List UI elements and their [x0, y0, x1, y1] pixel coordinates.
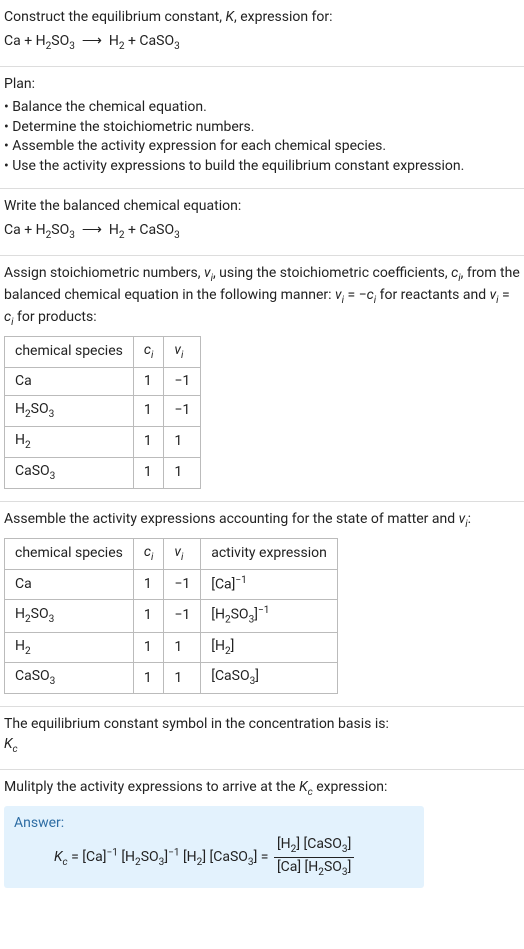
- cell-species: H2SO3: [5, 599, 134, 632]
- intro-K: K: [225, 9, 234, 25]
- cell-ci: 1: [133, 396, 164, 427]
- multiply-kc: Kc: [299, 779, 313, 795]
- cell-ci: 1: [133, 632, 164, 663]
- cell-vi: 1: [164, 663, 201, 694]
- multiply-section: Mulitply the activity expressions to arr…: [0, 770, 524, 900]
- cell-activity: [CaSO3]: [201, 663, 338, 694]
- th-species: chemical species: [5, 538, 134, 569]
- table-row: Ca 1 −1: [5, 367, 201, 396]
- cell-vi: 1: [164, 458, 201, 489]
- intro-text: Construct the equilibrium constant,: [4, 9, 225, 25]
- cell-activity: [H2]: [201, 632, 338, 663]
- cell-ci: 1: [133, 663, 164, 694]
- th-ci: ci: [133, 538, 164, 569]
- plan-item: • Assemble the activity expression for e…: [4, 137, 520, 157]
- stoich-intro: Assign stoichiometric numbers, νi, using…: [4, 264, 520, 330]
- cell-ci: 1: [133, 569, 164, 599]
- th-species: chemical species: [5, 336, 134, 367]
- cell-species: CaSO3: [5, 663, 134, 694]
- th-ci: ci: [133, 336, 164, 367]
- activity-section: Assemble the activity expressions accoun…: [0, 502, 524, 707]
- intro-equation: Ca + H2SO3 ⟶ H2 + CaSO3: [4, 32, 520, 54]
- th-vi: νi: [164, 538, 201, 569]
- cell-vi: −1: [164, 367, 201, 396]
- basis-line: The equilibrium constant symbol in the c…: [4, 715, 520, 735]
- plan-list: • Balance the chemical equation. • Deter…: [4, 98, 520, 176]
- th-activity: activity expression: [201, 538, 338, 569]
- cell-ci: 1: [133, 458, 164, 489]
- cell-ci: 1: [133, 427, 164, 458]
- cell-species: Ca: [5, 569, 134, 599]
- cell-vi: 1: [164, 632, 201, 663]
- fraction-numerator: [H2] [CaSO3]: [274, 837, 354, 857]
- table-row: H2 1 1 [H2]: [5, 632, 338, 663]
- cell-species: H2SO3: [5, 396, 134, 427]
- table-row: H2SO3 1 −1: [5, 396, 201, 427]
- answer-lhs: Kc = [Ca]−1 [H2SO3]−1 [H2] [CaSO3] =: [54, 849, 272, 865]
- cell-ci: 1: [133, 599, 164, 632]
- intro-tail: , expression for:: [234, 9, 333, 25]
- activity-intro: Assemble the activity expressions accoun…: [4, 510, 520, 532]
- answer-body: Kc = [Ca]−1 [H2SO3]−1 [H2] [CaSO3] = [H2…: [14, 837, 414, 878]
- table-row: H2SO3 1 −1 [H2SO3]−1: [5, 599, 338, 632]
- answer-fraction: [H2] [CaSO3][Ca] [H2SO3]: [274, 837, 354, 878]
- table-header-row: chemical species ci νi: [5, 336, 201, 367]
- table-row: Ca 1 −1 [Ca]−1: [5, 569, 338, 599]
- answer-title: Answer:: [14, 814, 414, 834]
- cell-vi: 1: [164, 427, 201, 458]
- plan-title: Plan:: [4, 75, 520, 95]
- cell-species: H2: [5, 427, 134, 458]
- table-row: CaSO3 1 1 [CaSO3]: [5, 663, 338, 694]
- cell-species: H2: [5, 632, 134, 663]
- answer-box: Answer: Kc = [Ca]−1 [H2SO3]−1 [H2] [CaSO…: [4, 806, 424, 888]
- cell-activity: [H2SO3]−1: [201, 599, 338, 632]
- multiply-line: Mulitply the activity expressions to arr…: [4, 778, 520, 800]
- cell-ci: 1: [133, 367, 164, 396]
- plan-item: • Balance the chemical equation.: [4, 98, 520, 118]
- cell-species: CaSO3: [5, 458, 134, 489]
- cell-species: Ca: [5, 367, 134, 396]
- table-header-row: chemical species ci νi activity expressi…: [5, 538, 338, 569]
- fraction-denominator: [Ca] [H2SO3]: [274, 857, 354, 878]
- basis-section: The equilibrium constant symbol in the c…: [0, 707, 524, 770]
- balanced-equation: Ca + H2SO3 ⟶ H2 + CaSO3: [4, 221, 520, 243]
- intro-section: Construct the equilibrium constant, K, e…: [0, 0, 524, 67]
- plan-item: • Use the activity expressions to build …: [4, 157, 520, 177]
- table-row: CaSO3 1 1: [5, 458, 201, 489]
- plan-section: Plan: • Balance the chemical equation. •…: [0, 67, 524, 190]
- cell-vi: −1: [164, 396, 201, 427]
- cell-activity: [Ca]−1: [201, 569, 338, 599]
- cell-vi: −1: [164, 599, 201, 632]
- balanced-title: Write the balanced chemical equation:: [4, 197, 520, 217]
- th-vi: νi: [164, 336, 201, 367]
- table-row: H2 1 1: [5, 427, 201, 458]
- basis-symbol: Kc: [4, 735, 520, 757]
- stoich-section: Assign stoichiometric numbers, νi, using…: [0, 256, 524, 502]
- balanced-section: Write the balanced chemical equation: Ca…: [0, 189, 524, 256]
- intro-line: Construct the equilibrium constant, K, e…: [4, 8, 520, 28]
- plan-item: • Determine the stoichiometric numbers.: [4, 118, 520, 138]
- multiply-intro: Mulitply the activity expressions to arr…: [4, 779, 299, 795]
- activity-table: chemical species ci νi activity expressi…: [4, 538, 338, 695]
- cell-vi: −1: [164, 569, 201, 599]
- multiply-tail: expression:: [313, 779, 388, 795]
- stoich-table: chemical species ci νi Ca 1 −1 H2SO3 1 −…: [4, 336, 201, 489]
